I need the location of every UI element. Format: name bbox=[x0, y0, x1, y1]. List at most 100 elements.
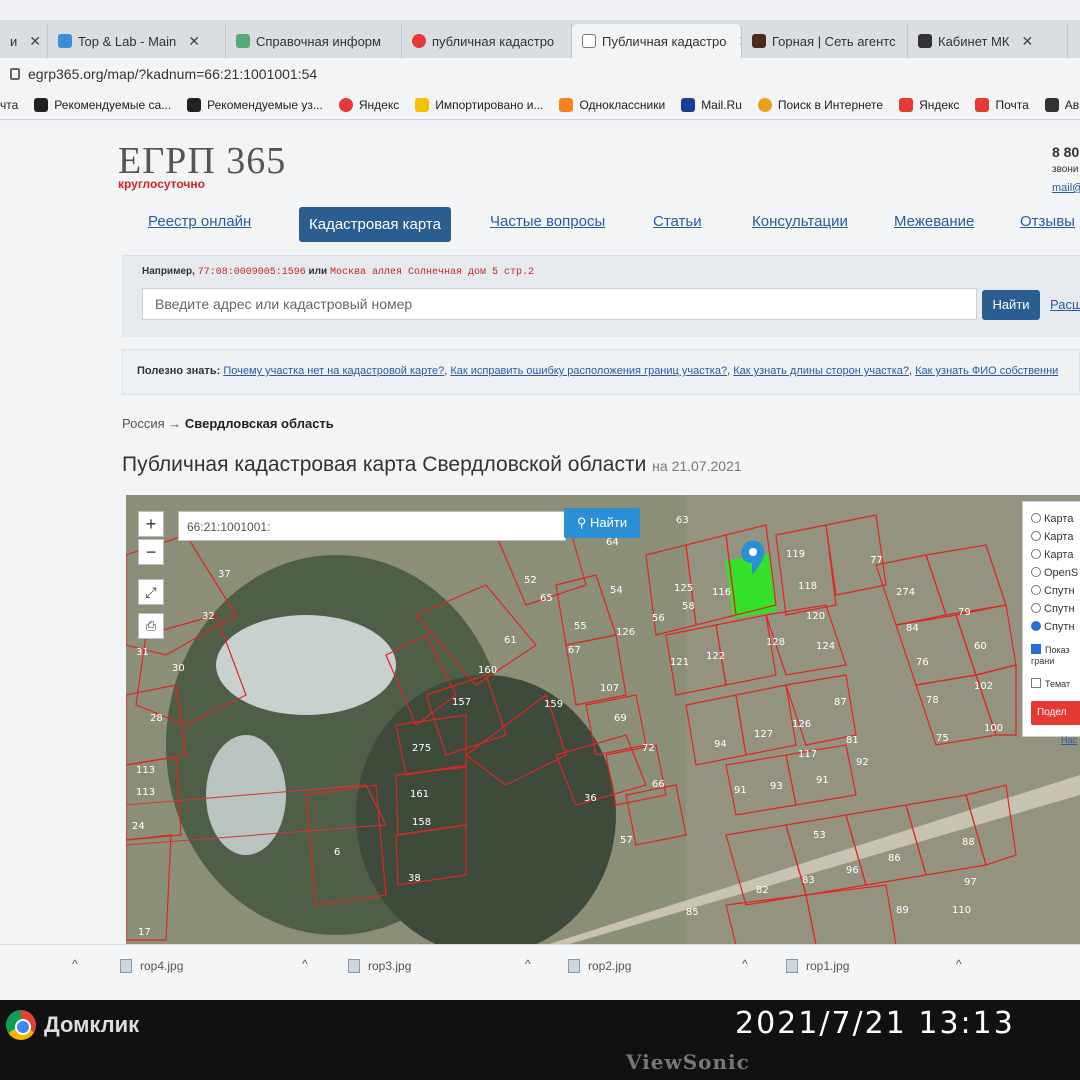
parcel-number[interactable]: 57 bbox=[620, 835, 633, 846]
parcel-number[interactable]: 110 bbox=[952, 905, 971, 916]
site-logo[interactable]: ЕГРП 365 круглосуточно bbox=[118, 139, 286, 191]
parcel-number[interactable]: 113 bbox=[136, 787, 155, 798]
bookmark[interactable]: Одноклассники bbox=[559, 97, 665, 112]
parcel-number[interactable]: 93 bbox=[770, 781, 783, 792]
parcel-number[interactable]: 52 bbox=[524, 575, 537, 586]
radio[interactable] bbox=[1031, 585, 1041, 595]
parcel-number[interactable]: 17 bbox=[138, 927, 151, 938]
parcel-number[interactable]: 83 bbox=[802, 875, 815, 886]
parcel-number[interactable]: 65 bbox=[540, 593, 553, 604]
bookmark[interactable]: Авиаби bbox=[1044, 97, 1080, 112]
parcel-number[interactable]: 55 bbox=[574, 621, 587, 632]
zoom-out-button[interactable]: − bbox=[138, 539, 164, 565]
layer-option[interactable]: OpenS bbox=[1031, 564, 1080, 582]
useful-link[interactable]: Как узнать ФИО собственни bbox=[915, 365, 1058, 377]
chevron-up-icon[interactable]: ^ bbox=[72, 957, 78, 971]
chevron-up-icon[interactable]: ^ bbox=[525, 957, 531, 971]
parcel-number[interactable]: 61 bbox=[504, 635, 517, 646]
tab-0[interactable]: и ✕ bbox=[0, 24, 48, 58]
parcel-number[interactable]: 82 bbox=[756, 885, 769, 896]
close-icon[interactable]: ✕ bbox=[1021, 33, 1033, 50]
parcel-number[interactable]: 64 bbox=[606, 537, 619, 548]
useful-link[interactable]: Как узнать длины сторон участка? bbox=[733, 365, 909, 377]
parcel-number[interactable]: 85 bbox=[686, 907, 699, 918]
layer-option[interactable]: Карта bbox=[1031, 528, 1080, 546]
useful-link[interactable]: Почему участка нет на кадастровой карте? bbox=[223, 365, 444, 377]
search-input[interactable]: Введите адрес или кадастровый номер bbox=[142, 288, 977, 320]
tab-4-active[interactable]: Публичная кадастро✕ bbox=[572, 24, 742, 58]
parcel-number[interactable]: 84 bbox=[906, 623, 919, 634]
parcel-number[interactable]: 67 bbox=[568, 645, 581, 656]
parcel-number[interactable]: 87 bbox=[834, 697, 847, 708]
parcel-number[interactable]: 113 bbox=[136, 765, 155, 776]
parcel-number[interactable]: 91 bbox=[816, 775, 829, 786]
close-icon[interactable]: ✕ bbox=[29, 33, 41, 50]
bookmark[interactable]: Яндекс bbox=[338, 97, 399, 112]
parcel-number[interactable]: 121 bbox=[670, 657, 689, 668]
chrome-icon[interactable] bbox=[6, 1010, 36, 1040]
parcel-number[interactable]: 81 bbox=[846, 735, 859, 746]
parcel-number[interactable]: 97 bbox=[964, 877, 977, 888]
parcel-number[interactable]: 274 bbox=[896, 587, 915, 598]
parcel-number[interactable]: 66 bbox=[652, 779, 665, 790]
extended-search-link[interactable]: Расш bbox=[1050, 297, 1080, 312]
parcel-number[interactable]: 128 bbox=[766, 637, 785, 648]
radio[interactable] bbox=[1031, 513, 1041, 523]
parcel-number[interactable]: 78 bbox=[926, 695, 939, 706]
checkbox[interactable] bbox=[1031, 678, 1041, 688]
parcel-number[interactable]: 124 bbox=[816, 641, 835, 652]
radio[interactable] bbox=[1031, 603, 1041, 613]
mail-link[interactable]: mail@ bbox=[1052, 179, 1080, 197]
nav-cadastral-map[interactable]: Кадастровая карта bbox=[299, 207, 451, 242]
satellite-layer[interactable]: 37 32 31 30 28 113 113 24 17 6 52 54 53 55 56 58 116 119 1… bbox=[126, 495, 1080, 945]
cadastral-map[interactable]: 37 32 31 30 28 113 113 24 17 6 52 54 53 55 56 58 116 119 1… bbox=[126, 495, 1080, 945]
layer-option[interactable]: Спутн bbox=[1031, 600, 1080, 618]
parcel-number[interactable]: 56 bbox=[652, 613, 665, 624]
search-button[interactable]: Найти bbox=[982, 290, 1040, 320]
tab-2[interactable]: Справочная информ bbox=[226, 24, 402, 58]
parcel-number[interactable]: 31 bbox=[136, 647, 149, 658]
parcel-number[interactable]: 24 bbox=[132, 821, 145, 832]
parcel-number[interactable]: 38 bbox=[408, 873, 421, 884]
download-item[interactable]: rop3.jpg bbox=[348, 959, 411, 973]
parcel-number[interactable]: 6 bbox=[334, 847, 340, 858]
parcel-number[interactable]: 96 bbox=[846, 865, 859, 876]
bookmark[interactable]: Почта bbox=[975, 97, 1029, 112]
useful-link[interactable]: Как исправить ошибку расположения границ… bbox=[450, 365, 727, 377]
nav-surveying[interactable]: Межевание bbox=[894, 213, 974, 230]
parcel-number[interactable]: 94 bbox=[714, 739, 727, 750]
fullscreen-icon[interactable]: ⤢ bbox=[138, 579, 164, 605]
chevron-up-icon[interactable]: ^ bbox=[302, 957, 308, 971]
radio[interactable] bbox=[1031, 549, 1041, 559]
bookmark[interactable]: чта bbox=[0, 98, 18, 112]
tab-3[interactable]: публичная кадастро bbox=[402, 24, 572, 58]
print-icon[interactable]: ⎙ bbox=[138, 613, 164, 639]
example-address[interactable]: Москва аллея Солнечная дом 5 стр.2 bbox=[330, 267, 534, 278]
parcel-number[interactable]: 125 bbox=[674, 583, 693, 594]
phone[interactable]: 8 80 bbox=[1052, 143, 1080, 161]
parcel-number[interactable]: 88 bbox=[962, 837, 975, 848]
map-search-button[interactable]: ⚲ Найти bbox=[564, 508, 640, 538]
apply-button[interactable]: Подел bbox=[1031, 701, 1080, 725]
parcel-number[interactable]: 63 bbox=[676, 515, 689, 526]
radio[interactable] bbox=[1031, 567, 1041, 577]
parcel-number[interactable]: 28 bbox=[150, 713, 163, 724]
parcel-number[interactable]: 157 bbox=[452, 697, 471, 708]
bookmark[interactable]: Рекомендуемые са... bbox=[34, 97, 171, 112]
example-number[interactable]: 77:08:0009005:1596 bbox=[198, 267, 306, 278]
parcel-number[interactable]: 118 bbox=[798, 581, 817, 592]
layer-option[interactable]: Спутн bbox=[1031, 618, 1080, 636]
parcel-number[interactable]: 75 bbox=[936, 733, 949, 744]
parcel-number[interactable]: 122 bbox=[706, 651, 725, 662]
tab-6[interactable]: Кабинет МК ✕ bbox=[908, 24, 1068, 58]
parcel-number[interactable]: 32 bbox=[202, 611, 215, 622]
nav-registry[interactable]: Реестр онлайн bbox=[148, 213, 251, 230]
chevron-up-icon[interactable]: ^ bbox=[956, 957, 962, 971]
nav-consultations[interactable]: Консультации bbox=[752, 213, 848, 230]
parcel-number[interactable]: 160 bbox=[478, 665, 497, 676]
parcel-number[interactable]: 120 bbox=[806, 611, 825, 622]
parcel-number[interactable]: 86 bbox=[888, 853, 901, 864]
parcel-number[interactable]: 36 bbox=[584, 793, 597, 804]
parcel-number[interactable]: 37 bbox=[218, 569, 231, 580]
close-icon[interactable]: ✕ bbox=[188, 33, 200, 50]
